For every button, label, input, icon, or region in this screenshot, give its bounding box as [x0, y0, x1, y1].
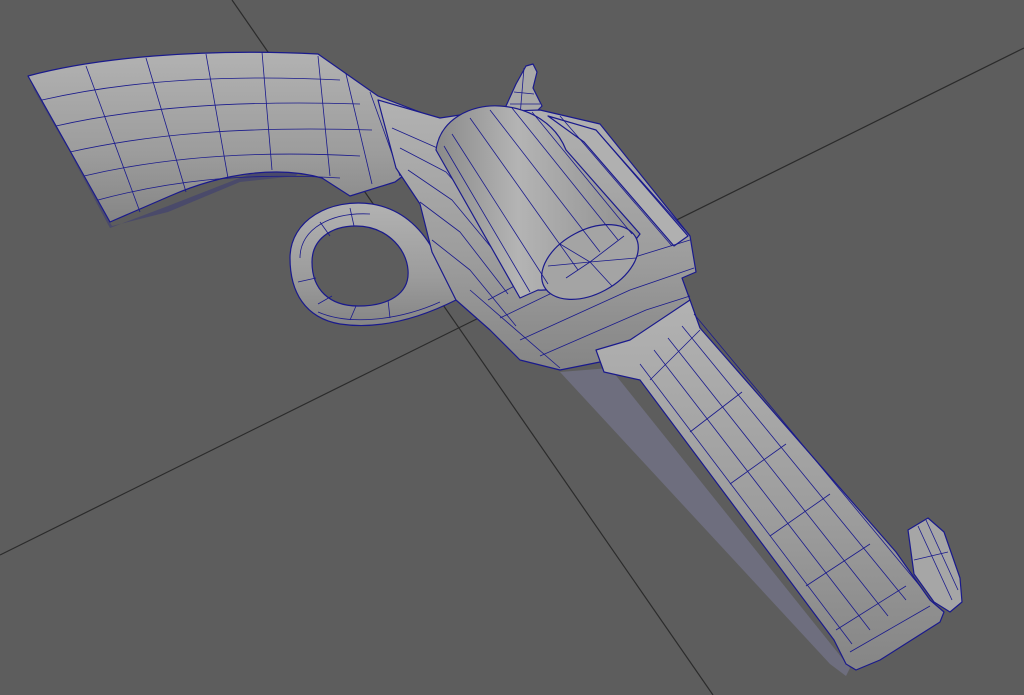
viewport-canvas[interactable]: [0, 0, 1024, 695]
grip[interactable]: [27, 51, 441, 228]
barrel-body: [595, 299, 945, 671]
barrel[interactable]: [560, 299, 945, 676]
grip-surface: [27, 51, 441, 223]
3d-viewport[interactable]: [0, 0, 1024, 695]
revolver-model[interactable]: [27, 51, 963, 676]
